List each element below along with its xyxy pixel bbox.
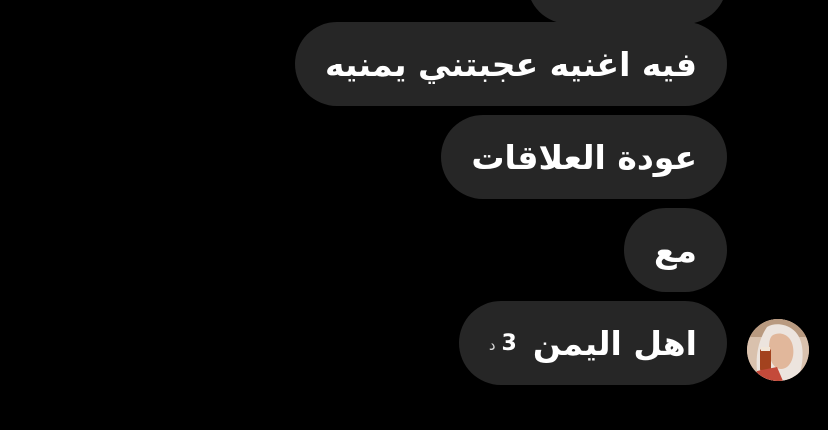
message-meta: 3 د [489,331,517,356]
message-text: فيه اغنيه عجبتني يمنيه [325,44,697,84]
message-text: اهل اليمن [532,323,697,363]
user-avatar-icon[interactable] [747,319,809,381]
message-bubble[interactable]: فيه اغنيه عجبتني يمنيه [295,22,727,106]
message-text: مع [654,230,697,270]
message-text: عودة العلاقات [471,137,697,177]
reaction-unit: د [488,335,496,354]
message-bubble-last[interactable]: اهل اليمن 3 د [458,301,727,385]
reaction-count: 3 [501,330,517,356]
message-bubble[interactable]: مع [624,208,727,292]
message-bubble[interactable]: عودة العلاقات [441,115,727,199]
chat-thread: فيه اغنيه عجبتني يمنيه عودة العلاقات مع … [0,0,828,430]
message-bubble-partial[interactable] [527,0,727,24]
